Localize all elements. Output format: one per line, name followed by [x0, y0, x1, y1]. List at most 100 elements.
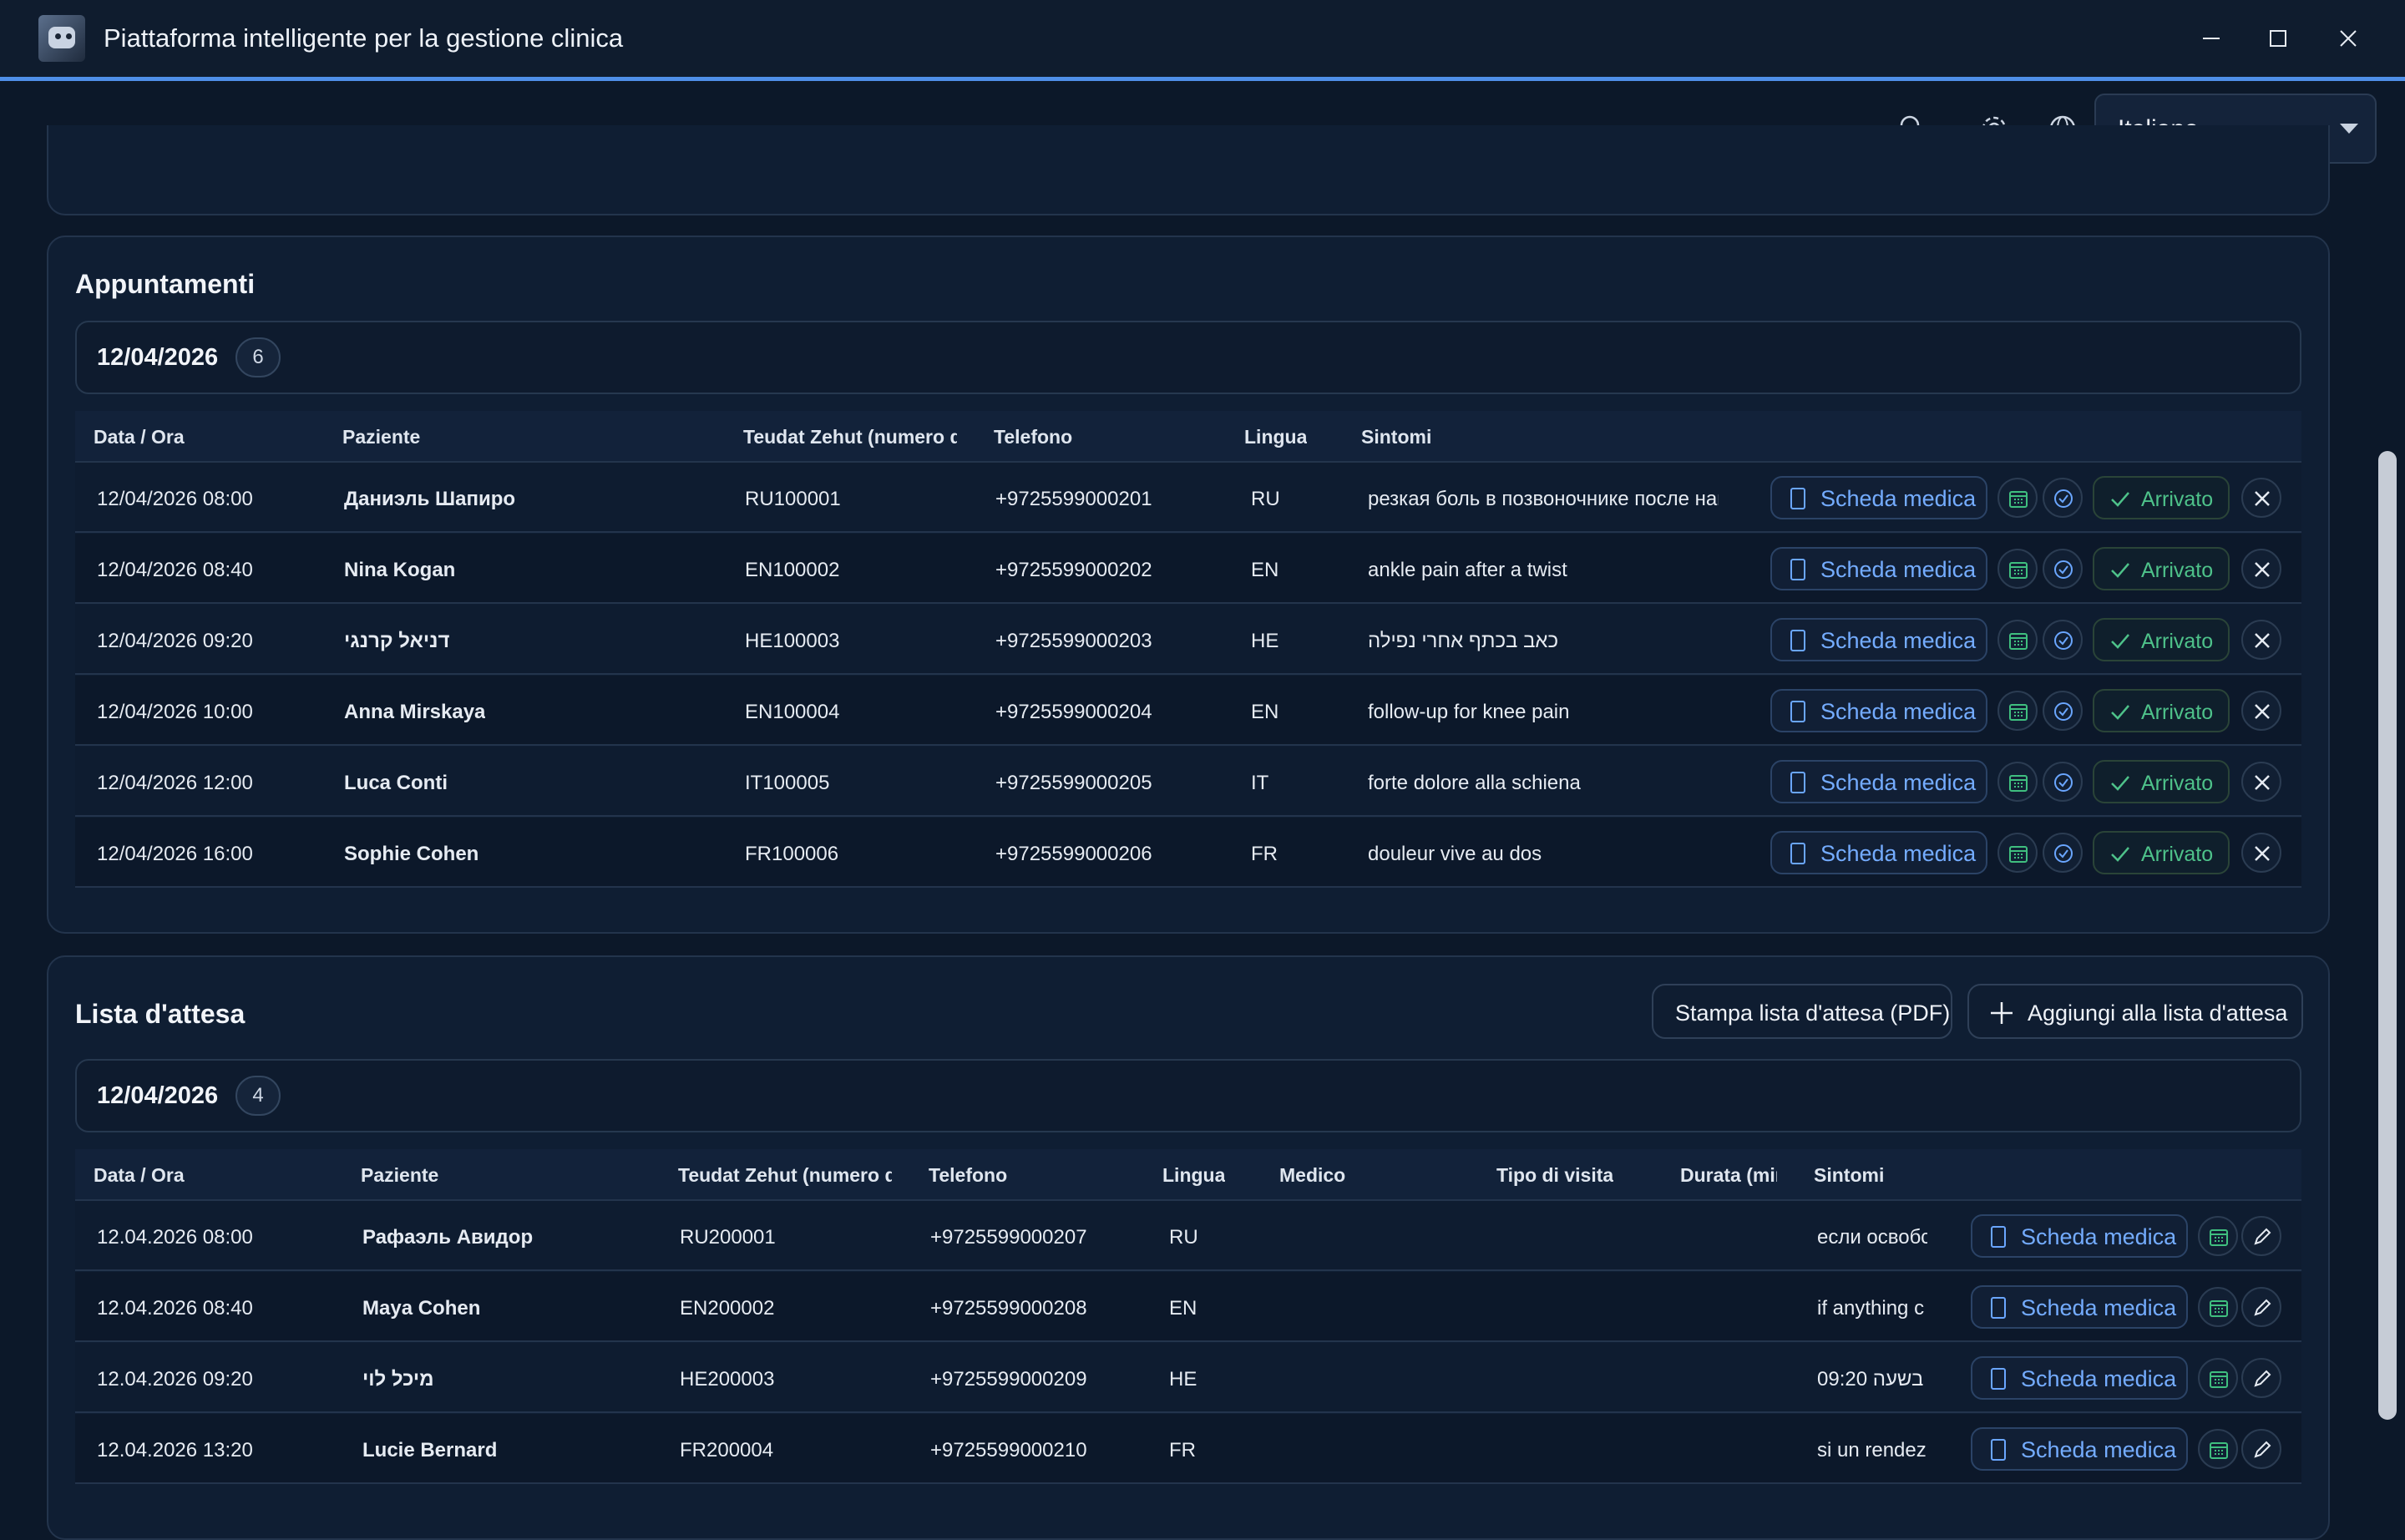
- table-cell: RU: [1251, 488, 1280, 510]
- chevron-down-icon: [2340, 124, 2358, 134]
- medical-record-label: Scheda medica: [1820, 628, 1977, 653]
- table-cell: резкая боль в позвоночнике после нак: [1368, 488, 1719, 510]
- cancel-icon[interactable]: [2241, 478, 2281, 518]
- table-cell: +9725599000207: [930, 1226, 1087, 1249]
- table-cell: IT: [1251, 772, 1269, 794]
- table-cell: HE200003: [680, 1368, 775, 1391]
- calendar-icon[interactable]: [1997, 833, 2038, 873]
- table-row[interactable]: 12/04/2026 10:00 Anna Mirskaya EN100004 +97…: [75, 676, 2301, 746]
- table-cell: 12/04/2026 10:00: [97, 701, 253, 723]
- print-waitlist-button[interactable]: Stampa lista d'attesa (PDF): [1652, 984, 1952, 1039]
- arrived-button[interactable]: Arrivato: [2093, 831, 2230, 874]
- maximize-button[interactable]: [2253, 17, 2303, 60]
- medical-record-button[interactable]: Scheda medica: [1971, 1285, 2188, 1329]
- table-cell: IT100005: [745, 772, 830, 794]
- table-cell: EN: [1169, 1297, 1197, 1320]
- table-row[interactable]: 12/04/2026 16:00 Sophie Cohen FR100006 +972…: [75, 818, 2301, 888]
- appointments-count-badge: 6: [235, 337, 281, 377]
- column-header: Sintomi: [1361, 426, 1432, 448]
- calendar-icon[interactable]: [2198, 1216, 2238, 1256]
- calendar-icon[interactable]: [1997, 762, 2038, 802]
- cancel-icon[interactable]: [2241, 691, 2281, 731]
- medical-record-button[interactable]: Scheda medica: [1770, 547, 1987, 590]
- close-window-button[interactable]: [2323, 17, 2373, 60]
- table-row[interactable]: 12.04.2026 09:20 מיכל לוי HE200003 +9725599…: [75, 1343, 2301, 1413]
- calendar-icon[interactable]: [1997, 478, 2038, 518]
- medical-record-label: Scheda medica: [2021, 1437, 2177, 1462]
- table-row[interactable]: 12/04/2026 12:00 Luca Conti IT100005 +97255…: [75, 747, 2301, 817]
- app-logo-icon: [38, 15, 85, 62]
- medical-record-label: Scheda medica: [1820, 486, 1977, 511]
- table-cell: מיכל לוי: [362, 1368, 434, 1391]
- edit-icon[interactable]: [2241, 1358, 2281, 1398]
- arrived-label: Arrivato: [2141, 701, 2214, 724]
- table-row[interactable]: 12/04/2026 09:20 דניאל קרנגי HE100003 +9725…: [75, 605, 2301, 675]
- waitlist-date-group[interactable]: 12/04/2026 4: [75, 1059, 2301, 1132]
- appointments-date-group[interactable]: 12/04/2026 6: [75, 321, 2301, 394]
- arrived-button[interactable]: Arrivato: [2093, 476, 2230, 519]
- table-cell: 12/04/2026 16:00: [97, 843, 253, 865]
- medical-record-button[interactable]: Scheda medica: [1971, 1356, 2188, 1400]
- medical-record-button[interactable]: Scheda medica: [1971, 1214, 2188, 1258]
- table-cell: 12.04.2026 13:20: [97, 1439, 253, 1461]
- cancel-icon[interactable]: [2241, 620, 2281, 660]
- cancel-icon[interactable]: [2241, 549, 2281, 589]
- arrived-button[interactable]: Arrivato: [2093, 618, 2230, 661]
- medical-record-button[interactable]: Scheda medica: [1770, 689, 1987, 732]
- arrived-button[interactable]: Arrivato: [2093, 760, 2230, 803]
- calendar-icon[interactable]: [2198, 1358, 2238, 1398]
- medical-record-button[interactable]: Scheda medica: [1971, 1427, 2188, 1471]
- arrived-label: Arrivato: [2141, 559, 2214, 582]
- check-circle-icon[interactable]: [2043, 762, 2083, 802]
- table-row[interactable]: 12.04.2026 13:20 Lucie Bernard FR200004 +97…: [75, 1414, 2301, 1484]
- column-header: Lingua: [1162, 1164, 1226, 1186]
- table-cell: EN: [1251, 701, 1279, 723]
- calendar-icon[interactable]: [2198, 1429, 2238, 1469]
- appointments-date: 12/04/2026: [97, 344, 219, 371]
- print-waitlist-label: Stampa lista d'attesa (PDF): [1675, 1000, 1951, 1026]
- table-row[interactable]: 12.04.2026 08:40 Maya Cohen EN200002 +97255…: [75, 1272, 2301, 1342]
- table-row[interactable]: 12/04/2026 08:40 Nina Kogan EN100002 +97255…: [75, 534, 2301, 604]
- table-cell: follow-up for knee pain: [1368, 701, 1570, 723]
- minimize-button[interactable]: [2186, 17, 2236, 60]
- medical-record-label: Scheda medica: [1820, 699, 1977, 724]
- table-cell: EN100002: [745, 559, 840, 581]
- appointments-table-header: Data / Ora Paziente Teudat Zehut (numero…: [75, 411, 2301, 463]
- column-header: Telefono: [929, 1164, 1008, 1186]
- check-circle-icon[interactable]: [2043, 833, 2083, 873]
- document-icon: [1790, 843, 1805, 864]
- table-cell: Sophie Cohen: [344, 843, 479, 865]
- calendar-icon[interactable]: [1997, 549, 2038, 589]
- table-row[interactable]: 12/04/2026 08:00 Даниэль Шапиро RU100001 +9…: [75, 463, 2301, 533]
- arrived-button[interactable]: Arrivato: [2093, 547, 2230, 590]
- edit-icon[interactable]: [2241, 1429, 2281, 1469]
- check-circle-icon[interactable]: [2043, 549, 2083, 589]
- medical-record-button[interactable]: Scheda medica: [1770, 831, 1987, 874]
- title-bar: Piattaforma intelligente per la gestione…: [0, 0, 2405, 81]
- calendar-icon[interactable]: [2198, 1287, 2238, 1327]
- check-circle-icon[interactable]: [2043, 620, 2083, 660]
- arrived-label: Arrivato: [2141, 843, 2214, 866]
- document-icon: [1991, 1297, 2006, 1319]
- add-to-waitlist-button[interactable]: Aggiungi alla lista d'attesa: [1967, 984, 2303, 1039]
- table-row[interactable]: 12.04.2026 08:00 Рафаэль Авидор RU200001 +9…: [75, 1201, 2301, 1271]
- calendar-icon[interactable]: [1997, 691, 2038, 731]
- appointments-card: Appuntamenti 12/04/2026 6 Data / Ora Paz…: [47, 236, 2330, 934]
- scrollbar-thumb[interactable]: [2378, 451, 2397, 1420]
- check-circle-icon[interactable]: [2043, 478, 2083, 518]
- table-cell: EN: [1251, 559, 1279, 581]
- column-header: Durata (mir: [1680, 1164, 1777, 1186]
- document-icon: [1991, 1226, 2006, 1248]
- cancel-icon[interactable]: [2241, 762, 2281, 802]
- edit-icon[interactable]: [2241, 1287, 2281, 1327]
- edit-icon[interactable]: [2241, 1216, 2281, 1256]
- medical-record-button[interactable]: Scheda medica: [1770, 618, 1987, 661]
- check-circle-icon[interactable]: [2043, 691, 2083, 731]
- cancel-icon[interactable]: [2241, 833, 2281, 873]
- arrived-button[interactable]: Arrivato: [2093, 689, 2230, 732]
- table-cell: +9725599000204: [995, 701, 1152, 723]
- medical-record-button[interactable]: Scheda medica: [1770, 476, 1987, 519]
- table-cell: если освобс: [1817, 1226, 1927, 1249]
- medical-record-button[interactable]: Scheda medica: [1770, 760, 1987, 803]
- calendar-icon[interactable]: [1997, 620, 2038, 660]
